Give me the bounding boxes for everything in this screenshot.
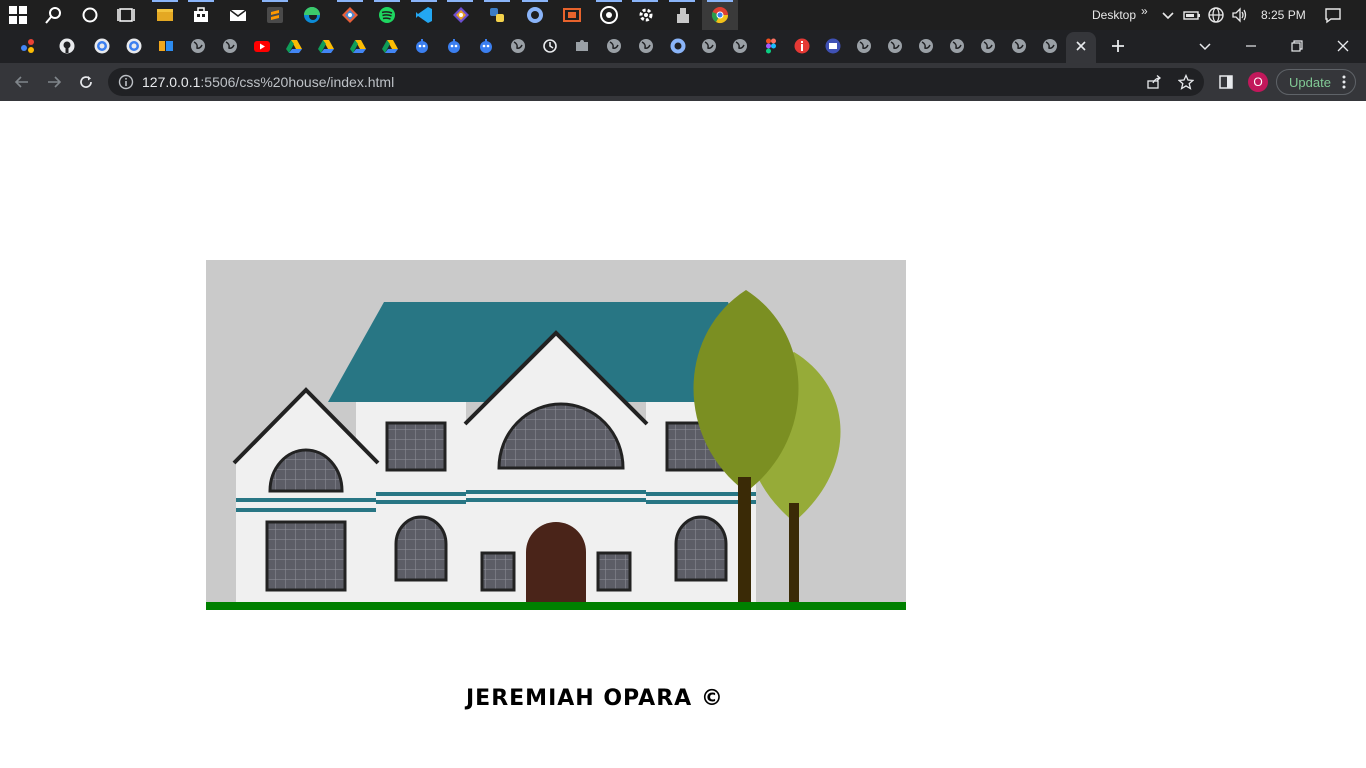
upper-left-window (385, 421, 447, 472)
globe-icon[interactable] (190, 38, 206, 54)
figma-icon[interactable] (763, 38, 779, 54)
spotify-icon[interactable] (377, 5, 397, 25)
new-tab-icon[interactable] (1110, 38, 1126, 54)
target-icon[interactable] (94, 38, 110, 54)
app-icon[interactable] (825, 38, 841, 54)
robot-icon[interactable] (478, 38, 494, 54)
globe-icon[interactable] (1011, 38, 1027, 54)
globe-icon[interactable] (606, 38, 622, 54)
front-door (526, 522, 586, 602)
side-panel-icon[interactable] (1218, 74, 1234, 90)
youtube-icon[interactable] (254, 38, 270, 54)
left-lower-window (265, 520, 347, 592)
middle-lower-arch-window (394, 515, 448, 582)
url-path: :5506/css%20house/index.html (200, 74, 395, 90)
more-menu-icon[interactable] (1342, 75, 1346, 89)
google-drive-icon[interactable] (318, 38, 334, 54)
puzzle-icon[interactable] (574, 38, 590, 54)
battery-icon[interactable] (1182, 5, 1202, 25)
notification-icon[interactable] (1323, 5, 1343, 25)
google-drive-icon[interactable] (350, 38, 366, 54)
app-icon[interactable] (670, 38, 686, 54)
file-explorer-icon[interactable] (155, 5, 175, 25)
house-illustration (206, 260, 906, 610)
google-apps-icon[interactable] (20, 38, 36, 54)
git-icon[interactable] (340, 5, 360, 25)
robot-icon[interactable] (446, 38, 462, 54)
url-host: 127.0.0.1 (142, 74, 201, 90)
settings-icon[interactable] (636, 5, 656, 25)
site-info-icon[interactable] (118, 74, 134, 90)
cortana-icon[interactable] (80, 5, 100, 25)
grass-strip (206, 602, 906, 610)
door-right-window (596, 551, 632, 592)
app-icon[interactable] (525, 5, 545, 25)
clock[interactable]: 8:25 PM (1261, 0, 1311, 30)
chevron-up-icon[interactable] (1158, 5, 1178, 25)
task-view-icon[interactable] (116, 5, 136, 25)
history-icon[interactable] (542, 38, 558, 54)
chrome-icon[interactable] (710, 5, 730, 25)
bookmark-star-icon[interactable] (1178, 74, 1194, 90)
clock-time: 8:25 PM (1261, 8, 1306, 22)
info-icon[interactable] (794, 38, 810, 54)
taskbar: Desktop » 8:25 PM (0, 0, 1366, 30)
reload-icon[interactable] (78, 74, 94, 90)
globe-icon[interactable] (856, 38, 872, 54)
mail-icon[interactable] (228, 5, 248, 25)
colorful-logo-icon[interactable] (158, 38, 174, 54)
edge-icon[interactable] (302, 5, 322, 25)
footer-credit: JEREMIAH OPARA © (466, 686, 724, 711)
globe-icon[interactable] (510, 38, 526, 54)
back-tree-trunk (789, 503, 799, 603)
volume-icon[interactable] (1230, 5, 1250, 25)
python-icon[interactable] (487, 5, 507, 25)
vscode-icon[interactable] (414, 5, 434, 25)
update-button[interactable]: Update (1276, 69, 1356, 95)
update-label: Update (1289, 74, 1331, 90)
globe-icon[interactable] (732, 38, 748, 54)
url-text[interactable]: 127.0.0.1:5506/css%20house/index.html (142, 74, 394, 90)
door-left-window (480, 551, 516, 592)
globe-icon[interactable] (949, 38, 965, 54)
google-drive-icon[interactable] (286, 38, 302, 54)
close-window-icon[interactable] (1335, 38, 1351, 54)
globe-icon[interactable] (222, 38, 238, 54)
google-drive-icon[interactable] (382, 38, 398, 54)
robot-icon[interactable] (414, 38, 430, 54)
target-icon[interactable] (126, 38, 142, 54)
desktop-label: Desktop (1092, 8, 1137, 22)
search-icon[interactable] (44, 5, 64, 25)
github-icon[interactable] (59, 38, 75, 54)
back-icon[interactable] (14, 74, 30, 90)
globe-icon[interactable] (887, 38, 903, 54)
globe-icon[interactable] (638, 38, 654, 54)
app-icon[interactable] (562, 5, 582, 25)
right-lower-arch-window (674, 515, 728, 582)
profile-avatar[interactable]: O (1248, 72, 1268, 92)
globe-icon[interactable] (1042, 38, 1058, 54)
minimize-icon[interactable] (1243, 38, 1259, 54)
overflow-icon: » (1141, 4, 1148, 18)
globe-icon[interactable] (980, 38, 996, 54)
app-icon[interactable] (673, 5, 693, 25)
desktop-toolbar[interactable]: Desktop » (1092, 0, 1148, 30)
share-icon[interactable] (1146, 74, 1162, 90)
globe-icon[interactable] (1206, 5, 1226, 25)
close-tab-icon[interactable] (1073, 38, 1089, 54)
obs-icon[interactable] (599, 5, 619, 25)
globe-icon[interactable] (701, 38, 717, 54)
globe-icon[interactable] (918, 38, 934, 54)
sublime-icon[interactable] (265, 5, 285, 25)
store-icon[interactable] (191, 5, 211, 25)
restore-icon[interactable] (1289, 38, 1305, 54)
git-icon[interactable] (451, 5, 471, 25)
front-tree-trunk (738, 477, 751, 603)
start-icon[interactable] (8, 5, 28, 25)
tab-search-icon[interactable] (1197, 38, 1213, 54)
forward-icon[interactable] (46, 74, 62, 90)
